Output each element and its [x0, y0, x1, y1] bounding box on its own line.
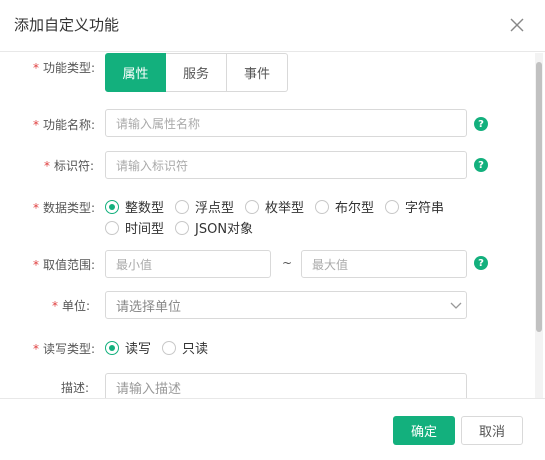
data-type-label: * 数据类型: — [33, 201, 96, 215]
feature-name-input[interactable]: 请输入属性名称 — [105, 109, 467, 137]
cancel-button[interactable]: 取消 — [461, 416, 523, 445]
radio-dot — [105, 340, 119, 355]
close-icon[interactable] — [508, 16, 526, 34]
value-range-label: * 取值范围: — [33, 258, 96, 272]
feature-type-label: * 功能类型: — [33, 61, 96, 75]
feature-name-label: * 功能名称: — [33, 118, 96, 132]
description-textarea[interactable]: 请输入描述 — [105, 373, 467, 398]
tab-event[interactable]: 事件 — [227, 53, 288, 92]
identifier-label: * 标识符: — [44, 159, 95, 173]
radio-dot — [245, 199, 259, 214]
dialog-body: * 功能类型: 属性 服务 事件 * 功能名称: 请输入属性名称 ? * 标识符: 请… — [0, 53, 545, 398]
radio-dot — [105, 199, 119, 214]
dialog-footer: 确定 取消 — [0, 398, 545, 460]
radio-integer[interactable]: 整数型 — [105, 197, 164, 216]
help-circle-icon[interactable]: ? — [474, 117, 488, 131]
max-value-input[interactable]: 最大值 — [301, 250, 467, 278]
radio-string[interactable]: 字符串 — [385, 197, 444, 216]
identifier-input[interactable]: 请输入标识符 — [105, 151, 467, 179]
radio-float[interactable]: 浮点型 — [175, 197, 234, 216]
help-circle-icon[interactable]: ? — [474, 158, 488, 172]
range-separator: ~ — [282, 256, 293, 270]
radio-read-only[interactable]: 只读 — [162, 338, 208, 357]
min-value-input[interactable]: 最小值 — [105, 250, 271, 278]
chevron-down-icon — [450, 302, 462, 309]
tab-service[interactable]: 服务 — [166, 53, 227, 92]
dialog-header: 添加自定义功能 — [0, 0, 545, 52]
scrollbar-thumb[interactable] — [536, 62, 542, 332]
rw-type-label: * 读写类型: — [33, 342, 96, 356]
unit-label: * 单位: — [52, 299, 91, 313]
radio-dot — [315, 199, 329, 214]
tab-property[interactable]: 属性 — [105, 53, 166, 92]
feature-type-tabs: 属性 服务 事件 — [105, 53, 288, 92]
radio-dot — [105, 220, 119, 235]
dialog-title: 添加自定义功能 — [14, 16, 120, 34]
radio-dot — [385, 199, 399, 214]
radio-datetime[interactable]: 时间型 — [105, 218, 164, 237]
radio-dot — [162, 340, 176, 355]
help-circle-icon[interactable]: ? — [474, 256, 488, 270]
confirm-button[interactable]: 确定 — [393, 416, 455, 445]
radio-enum[interactable]: 枚举型 — [245, 197, 304, 216]
unit-select[interactable]: 请选择单位 — [105, 291, 467, 319]
radio-json-object[interactable]: JSON对象 — [175, 218, 253, 237]
radio-boolean[interactable]: 布尔型 — [315, 197, 374, 216]
radio-dot — [175, 199, 189, 214]
radio-dot — [175, 220, 189, 235]
description-label: 描述: — [61, 381, 90, 395]
add-custom-feature-dialog: 添加自定义功能 * 功能类型: 属性 服务 事件 * 功能名称: 请输入属性名称 ?… — [0, 0, 545, 460]
radio-read-write[interactable]: 读写 — [105, 338, 151, 357]
